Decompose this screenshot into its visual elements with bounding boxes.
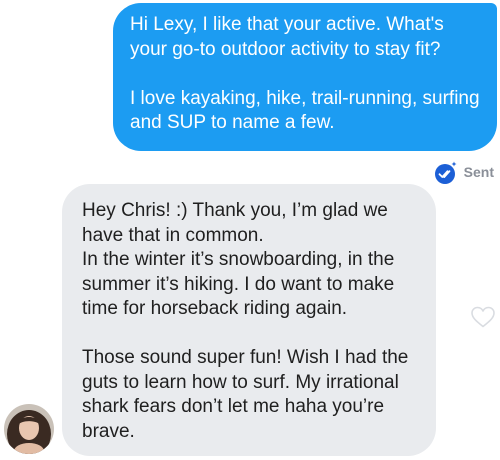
- sent-message-bubble[interactable]: Hi Lexy, I like that your active. What's…: [113, 3, 497, 151]
- message-status: Sent: [434, 160, 494, 184]
- sent-status-label: Sent: [463, 164, 494, 180]
- avatar[interactable]: [4, 404, 54, 454]
- double-check-icon: [434, 161, 457, 184]
- received-message-bubble[interactable]: Hey Chris! :) Thank you, I’m glad we hav…: [62, 184, 436, 456]
- heart-outline-icon[interactable]: [470, 305, 496, 329]
